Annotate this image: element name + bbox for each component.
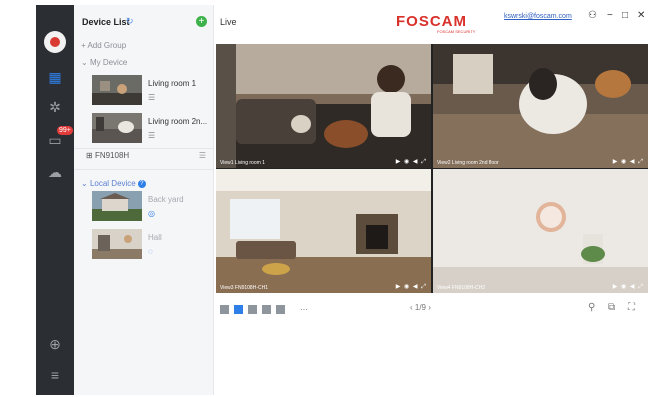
video-grid: View1 Living room 1 ▶ ◉ ◀ ⤢ View2 Living… (216, 44, 648, 293)
device-thumbnail (92, 229, 142, 259)
view-controls[interactable]: ▶ ◉ ◀ ⤢ (396, 158, 427, 166)
view-controls[interactable]: ▶ ◉ ◀ ⤢ (613, 158, 644, 166)
sidebar-rail: ▦ ✲ ▭ 99+ ☁ ⊕ ≡ (36, 5, 74, 395)
view-label: View2 Living room 2nd floor (437, 160, 499, 166)
menu-icon[interactable]: ≡ (46, 366, 64, 384)
camera-feed-image (433, 169, 648, 293)
my-device-group[interactable]: ⌄ My Device (81, 58, 127, 67)
layout-9-icon[interactable] (276, 305, 285, 314)
my-device-label: My Device (89, 58, 128, 67)
add-device-button[interactable]: + (196, 16, 207, 27)
device-name: Living room 1 (148, 79, 197, 88)
app-logo-icon (44, 31, 66, 53)
divider (74, 169, 213, 170)
help-icon[interactable]: ? (137, 179, 146, 188)
device-thumbnail (92, 191, 142, 221)
video-tile-3[interactable]: View3 FN9108H-CH1 ▶ ◉ ◀ ⤢ (216, 169, 431, 293)
device-list-icon[interactable]: ▦ (46, 68, 64, 86)
settings-icon[interactable]: ✲ (46, 98, 64, 116)
connect-icon[interactable]: ◎ (148, 209, 155, 218)
notification-badge: 99+ (57, 126, 73, 135)
device-item-living-room-1[interactable]: Living room 1 ☰ (92, 75, 210, 107)
layout-6-icon[interactable] (248, 305, 257, 314)
brand-logo: FOSCAM (396, 13, 467, 30)
video-tile-1[interactable]: View1 Living room 1 ▶ ◉ ◀ ⤢ (216, 44, 431, 168)
local-device-item-back-yard[interactable]: Back yard ◎ (92, 191, 210, 223)
camera-feed-image (216, 44, 431, 168)
device-menu-icon[interactable]: ☰ (148, 93, 155, 102)
layout-8-icon[interactable] (262, 305, 271, 314)
app-window: ▦ ✲ ▭ 99+ ☁ ⊕ ≡ Device List ↻ + + Add Gr… (36, 5, 649, 395)
layout-1-icon[interactable] (220, 305, 229, 314)
device-thumbnail (92, 75, 142, 105)
add-group-link[interactable]: + Add Group (81, 41, 126, 50)
view-label: View4 FN9108H-CH2 (437, 285, 485, 291)
more-layouts-icon[interactable]: ··· (300, 305, 308, 314)
device-name: Hall (148, 233, 162, 242)
fullscreen-icon[interactable]: ⛶ (628, 302, 635, 313)
device-item-living-room-2[interactable]: Living room 2n... ☰ (92, 113, 210, 145)
local-device-item-hall[interactable]: Hall ◌ (92, 229, 210, 261)
cloud-icon[interactable]: ☁ (46, 163, 64, 181)
view-label: View3 FN9108H-CH1 (220, 285, 268, 291)
device-thumbnail (92, 113, 142, 143)
video-tile-4[interactable]: View4 FN9108H-CH2 ▶ ◉ ◀ ⤢ (433, 169, 648, 293)
layout-4-icon[interactable] (234, 305, 243, 314)
local-device-group[interactable]: ⌄ Local Device? (81, 179, 146, 188)
page-navigator[interactable]: ‹ 1/9 › (410, 303, 431, 312)
camera-feed-image (433, 44, 648, 168)
device-name: Back yard (148, 195, 184, 204)
device-name: Living room 2n... (148, 117, 208, 126)
account-email-link[interactable]: kswrski@foscam.com (504, 13, 572, 20)
maximize-button[interactable]: □ (622, 10, 628, 21)
loading-icon: ◌ (148, 247, 153, 256)
nvr-menu-icon[interactable]: ☰ (199, 151, 206, 160)
video-tile-2[interactable]: View2 Living room 2nd floor ▶ ◉ ◀ ⤢ (433, 44, 648, 168)
nvr-name: FN9108H (94, 151, 130, 160)
ptz-icon[interactable]: ⚲ (588, 302, 595, 313)
page-title: Live (220, 17, 237, 27)
nvr-item[interactable]: ⊞ FN9108H ☰ (86, 151, 210, 165)
view-controls[interactable]: ▶ ◉ ◀ ⤢ (613, 283, 644, 291)
device-menu-icon[interactable]: ☰ (148, 131, 155, 140)
device-list-panel: Device List ↻ + + Add Group ⌄ My Device … (74, 5, 214, 395)
minimize-button[interactable]: − (607, 10, 613, 21)
divider (74, 148, 213, 149)
close-button[interactable]: ✕ (637, 10, 645, 21)
add-circle-icon[interactable]: ⊕ (46, 335, 64, 353)
brand-tagline: FOSCAM SECURITY (437, 29, 476, 34)
account-icon[interactable]: ⚇ (588, 10, 597, 21)
view-controls[interactable]: ▶ ◉ ◀ ⤢ (396, 283, 427, 291)
device-list-title: Device List (82, 17, 130, 27)
local-device-label: Local Device (89, 179, 136, 188)
multi-window-icon[interactable]: ⧉ (608, 302, 615, 313)
refresh-icon[interactable]: ↻ (126, 16, 134, 27)
camera-feed-image (216, 169, 431, 293)
view-label: View1 Living room 1 (220, 160, 265, 166)
nvr-icon: ⊞ (86, 151, 93, 160)
live-view-area: Live FOSCAM FOSCAM SECURITY kswrski@fosc… (214, 5, 649, 395)
empty-area (214, 323, 649, 395)
